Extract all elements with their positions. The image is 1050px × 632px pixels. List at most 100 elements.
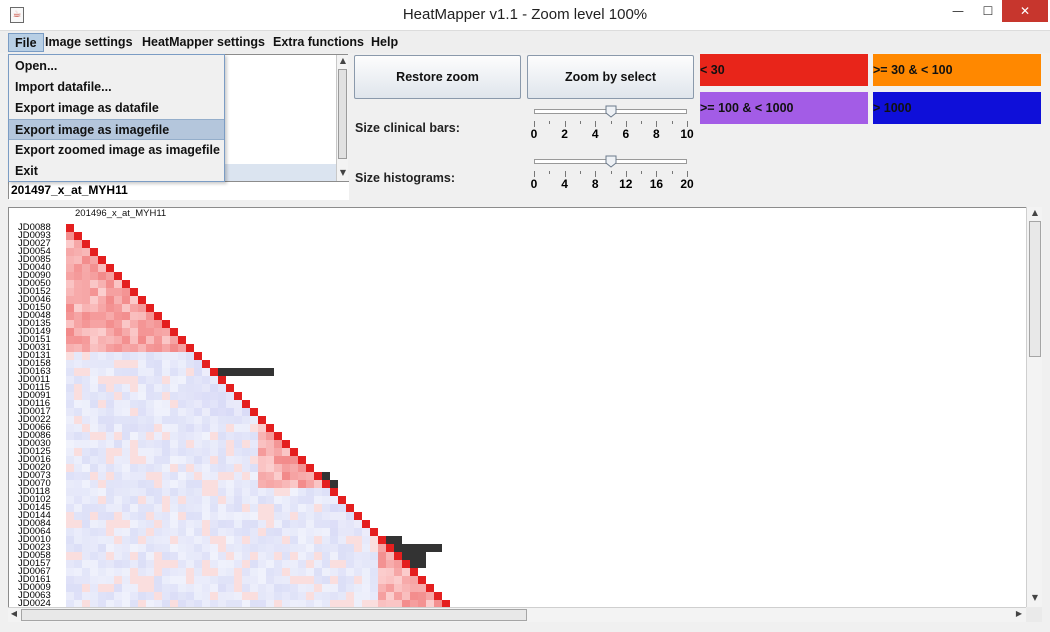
heatmap-cell[interactable] (354, 600, 362, 607)
heatmap-cell[interactable] (74, 416, 82, 424)
heatmap-cell[interactable] (170, 512, 178, 520)
heatmap-cell[interactable] (314, 504, 322, 512)
heatmap-cell[interactable] (322, 568, 330, 576)
heatmap-cell[interactable] (218, 480, 226, 488)
heatmap-cell[interactable] (138, 368, 146, 376)
heatmap-cell[interactable] (74, 568, 82, 576)
heatmap-cell[interactable] (290, 520, 298, 528)
heatmap-cell[interactable] (338, 520, 346, 528)
heatmap-cell[interactable] (226, 512, 234, 520)
heatmap-cell[interactable] (226, 448, 234, 456)
heatmap-cell[interactable] (114, 304, 122, 312)
heatmap-cell[interactable] (234, 424, 242, 432)
heatmap-cell[interactable] (130, 488, 138, 496)
heatmap-cell[interactable] (146, 424, 154, 432)
heatmap-cell[interactable] (402, 600, 410, 607)
heatmap-cell[interactable] (426, 600, 434, 607)
heatmap-cell[interactable] (82, 600, 90, 607)
heatmap-cell[interactable] (74, 232, 82, 240)
heatmap-cell[interactable] (282, 552, 290, 560)
heatmap-cell[interactable] (170, 344, 178, 352)
heatmap-cell[interactable] (138, 560, 146, 568)
heatmap-cell[interactable] (122, 536, 130, 544)
heatmap-cell[interactable] (82, 504, 90, 512)
heatmap-cell[interactable] (162, 472, 170, 480)
heatmap-cell[interactable] (338, 576, 346, 584)
heatmap-cell[interactable] (178, 432, 186, 440)
heatmap-cell[interactable] (330, 552, 338, 560)
heatmap-cell[interactable] (362, 520, 370, 528)
heatmap-cell[interactable] (114, 440, 122, 448)
heatmap-cell[interactable] (362, 592, 370, 600)
heatmap-cell[interactable] (210, 560, 218, 568)
heatmap-cell[interactable] (66, 368, 74, 376)
heatmap-cell[interactable] (82, 384, 90, 392)
heatmap-cell[interactable] (426, 592, 434, 600)
heatmap-cell[interactable] (154, 600, 162, 607)
heatmap-cell[interactable] (186, 528, 194, 536)
heatmap-cell[interactable] (306, 568, 314, 576)
heatmap-cell[interactable] (194, 392, 202, 400)
heatmap-cell[interactable] (82, 432, 90, 440)
heatmap-cell[interactable] (226, 472, 234, 480)
heatmap-cell[interactable] (74, 368, 82, 376)
heatmap-cell[interactable] (178, 440, 186, 448)
heatmap-cell[interactable] (274, 456, 282, 464)
heatmap-cell[interactable] (218, 552, 226, 560)
heatmap-cell[interactable] (194, 528, 202, 536)
heatmap-cell[interactable] (370, 600, 378, 607)
heatmap-cell[interactable] (82, 472, 90, 480)
heatmap-cell[interactable] (250, 440, 258, 448)
heatmap-cell[interactable] (170, 392, 178, 400)
heatmap-cell[interactable] (106, 344, 114, 352)
heatmap-cell[interactable] (234, 456, 242, 464)
heatmap-cell[interactable] (322, 560, 330, 568)
heatmap-cell[interactable] (330, 568, 338, 576)
heatmap-cell[interactable] (266, 544, 274, 552)
heatmap-cell[interactable] (298, 520, 306, 528)
heatmap-cell[interactable] (170, 520, 178, 528)
heatmap-cell[interactable] (234, 496, 242, 504)
heatmap-grid[interactable] (66, 224, 466, 607)
heatmap-cell[interactable] (130, 448, 138, 456)
heatmap-cell[interactable] (218, 536, 226, 544)
heatmap-cell[interactable] (162, 600, 170, 607)
heatmap-cell[interactable] (202, 520, 210, 528)
heatmap-cell[interactable] (154, 352, 162, 360)
heatmap-cell[interactable] (170, 368, 178, 376)
heatmap-cell[interactable] (90, 528, 98, 536)
heatmap-cell[interactable] (66, 528, 74, 536)
heatmap-cell[interactable] (162, 528, 170, 536)
heatmap-cell[interactable] (186, 456, 194, 464)
heatmap-cell[interactable] (90, 352, 98, 360)
heatmap-cell[interactable] (170, 376, 178, 384)
heatmap-cell[interactable] (106, 416, 114, 424)
heatmap-cell[interactable] (314, 560, 322, 568)
heatmap-cell[interactable] (170, 552, 178, 560)
heatmap-cell[interactable] (106, 504, 114, 512)
heatmap-cell[interactable] (90, 392, 98, 400)
heatmap-cell[interactable] (162, 448, 170, 456)
heatmap-cell[interactable] (146, 384, 154, 392)
heatmap-cell[interactable] (98, 528, 106, 536)
heatmap-cell[interactable] (98, 352, 106, 360)
heatmap-cell[interactable] (298, 464, 306, 472)
heatmap-cell[interactable] (130, 352, 138, 360)
heatmap-cell[interactable] (282, 528, 290, 536)
heatmap-cell[interactable] (202, 432, 210, 440)
heatmap-cell[interactable] (226, 496, 234, 504)
heatmap-cell[interactable] (242, 464, 250, 472)
heatmap-cell[interactable] (298, 496, 306, 504)
heatmap-cell[interactable] (122, 496, 130, 504)
heatmap-cell[interactable] (258, 536, 266, 544)
heatmap-cell[interactable] (402, 560, 410, 568)
heatmap-cell[interactable] (226, 568, 234, 576)
heatmap-cell[interactable] (226, 488, 234, 496)
heatmap-cell[interactable] (146, 600, 154, 607)
heatmap-cell[interactable] (122, 328, 130, 336)
heatmap-cell[interactable] (194, 600, 202, 607)
heatmap-cell[interactable] (282, 504, 290, 512)
heatmap-cell[interactable] (106, 464, 114, 472)
heatmap-cell[interactable] (130, 384, 138, 392)
heatmap-cell[interactable] (170, 584, 178, 592)
